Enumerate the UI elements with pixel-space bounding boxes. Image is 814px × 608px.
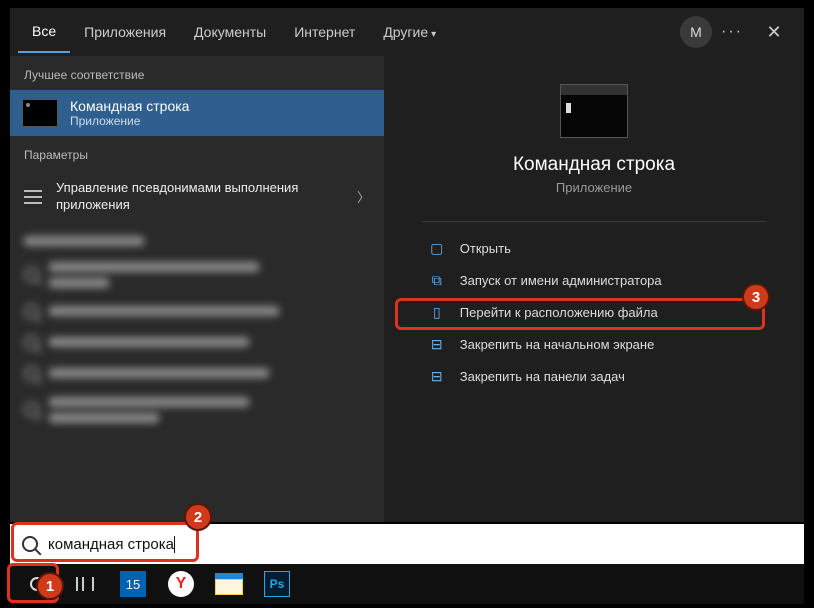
tab-docs[interactable]: Документы [180,12,280,52]
action-pin-start[interactable]: ⊟Закрепить на начальном экране [422,328,766,360]
tab-apps[interactable]: Приложения [70,12,180,52]
settings-alias-item[interactable]: Управление псевдонимами выполнения прило… [10,170,384,224]
section-settings: Параметры [10,136,384,170]
action-file-location[interactable]: ▯Перейти к расположению файла [422,296,766,328]
taskbar-taskview-button[interactable] [62,565,108,603]
search-tabs: Все Приложения Документы Интернет Другие… [10,8,804,56]
search-bar[interactable]: командная строка [10,524,804,564]
pin-taskbar-icon: ⊟ [428,368,446,384]
preview-cmd-icon [560,84,628,138]
action-open[interactable]: ▢Открыть [422,232,766,264]
taskbar-calendar-button[interactable]: 15 [110,565,156,603]
taskbar-photoshop-button[interactable]: Ps [254,565,300,603]
taskbar: 15 Y Ps [10,564,804,604]
pin-icon: ⊟ [428,336,446,352]
best-match-type: Приложение [70,114,189,128]
best-match-item[interactable]: Командная строка Приложение [10,90,384,136]
tab-all[interactable]: Все [18,11,70,53]
folder-icon: ▯ [428,304,446,320]
callout-number-1: 1 [36,572,64,600]
cmd-icon [22,99,58,127]
explorer-icon [215,573,243,595]
action-run-as-admin[interactable]: ⧉Запуск от имени администратора [422,264,766,296]
search-panel: Все Приложения Документы Интернет Другие… [10,8,804,522]
user-avatar[interactable]: M [680,16,712,48]
preview-pane: Командная строка Приложение ▢Открыть ⧉За… [384,56,804,522]
taskbar-yandex-button[interactable]: Y [158,565,204,603]
admin-icon: ⧉ [428,272,446,288]
list-icon [24,190,42,204]
more-options-icon[interactable]: ··· [712,23,752,41]
taskview-icon [76,577,94,591]
photoshop-icon: Ps [264,571,290,597]
tab-other[interactable]: Другие▾ [369,12,450,52]
open-icon: ▢ [428,240,446,256]
taskbar-explorer-button[interactable] [206,565,252,603]
chevron-down-icon: ▾ [431,29,436,40]
action-pin-taskbar[interactable]: ⊟Закрепить на панели задач [422,360,766,392]
section-best-match: Лучшее соответствие [10,56,384,90]
close-button[interactable]: ✕ [752,10,796,54]
best-match-title: Командная строка [70,98,189,114]
callout-number-3: 3 [742,283,770,311]
calendar-icon: 15 [120,571,146,597]
search-icon [22,536,38,552]
yandex-icon: Y [168,571,194,597]
preview-subtitle: Приложение [556,180,632,195]
results-list: Лучшее соответствие Командная строка При… [10,56,384,522]
callout-number-2: 2 [184,503,212,531]
blurred-results [10,224,384,431]
chevron-right-icon: 〉 [357,187,370,206]
search-input[interactable]: командная строка [48,536,174,553]
preview-title: Командная строка [513,154,675,176]
tab-internet[interactable]: Интернет [280,12,369,52]
settings-alias-label: Управление псевдонимами выполнения прило… [56,180,343,214]
